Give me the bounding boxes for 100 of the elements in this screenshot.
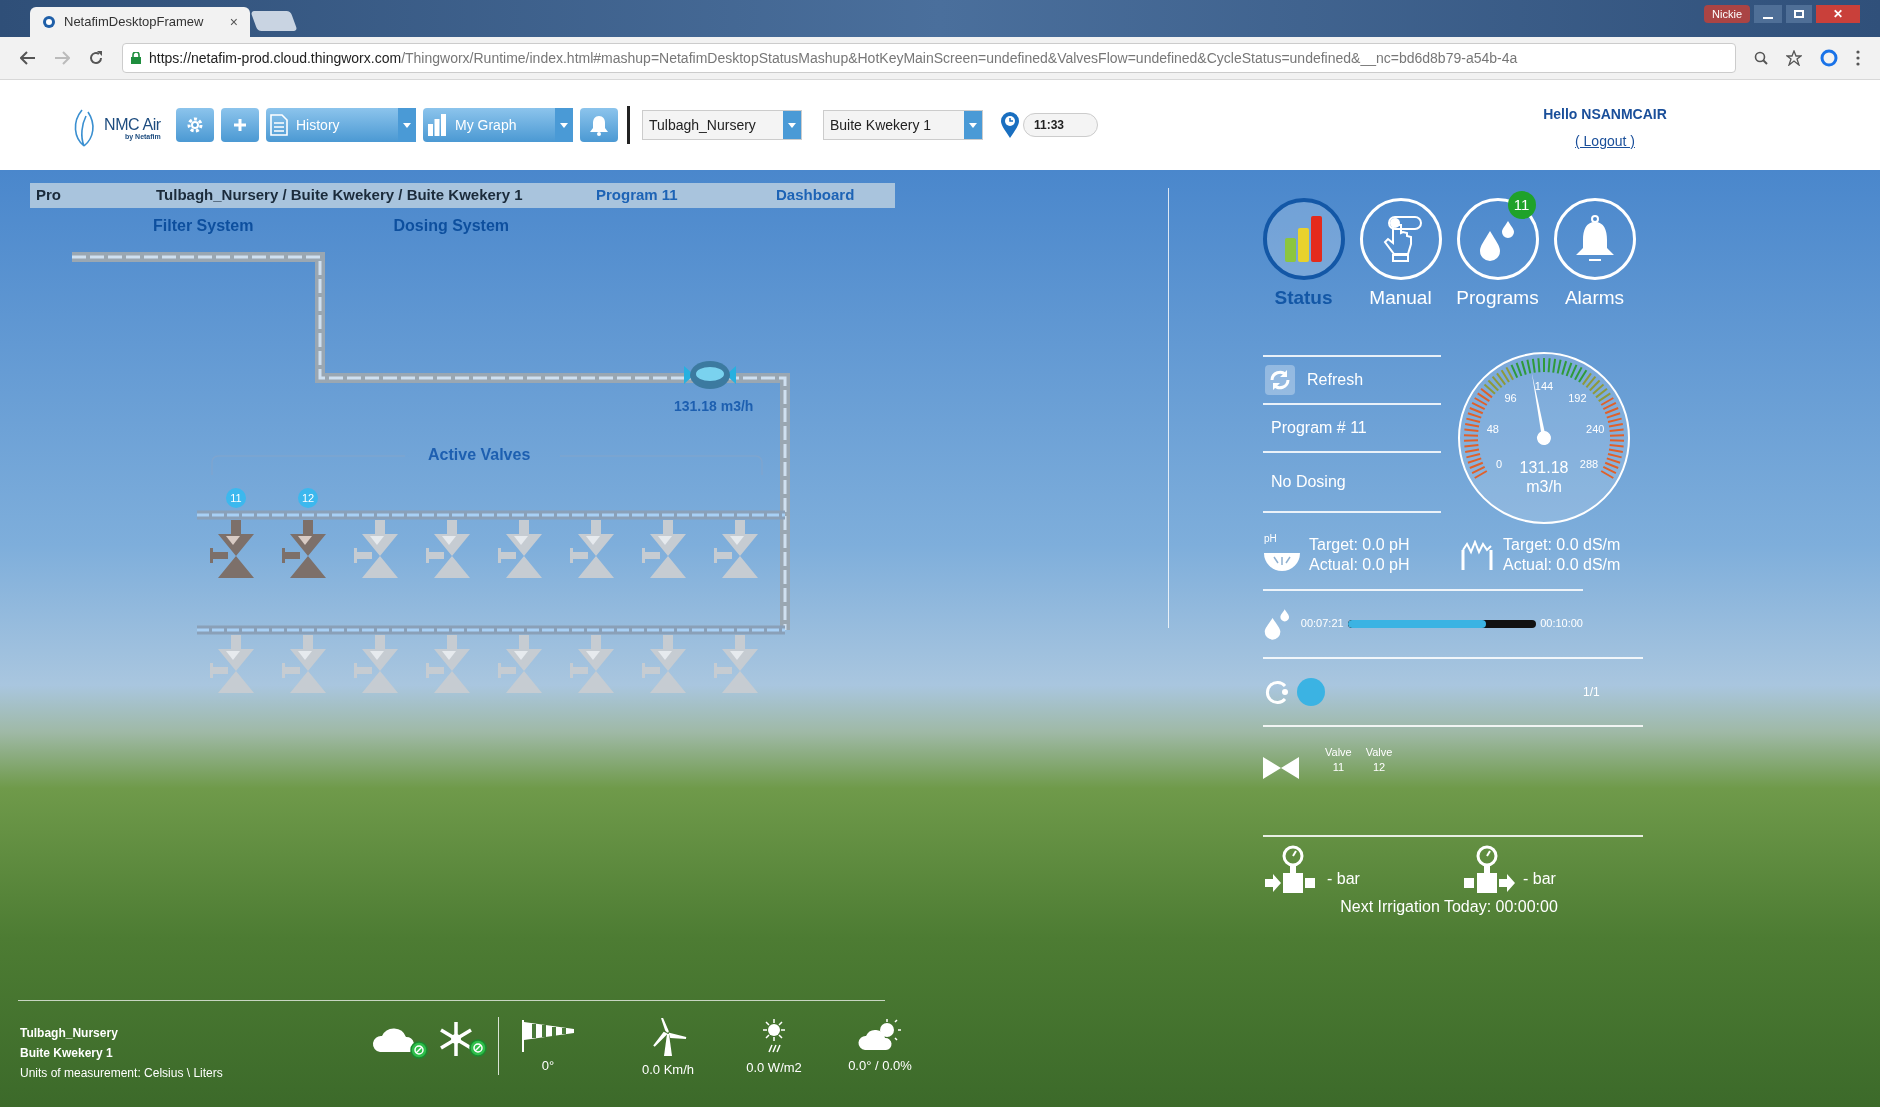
valve-icon[interactable] [282,635,326,693]
flow-meter-icon [684,361,736,389]
gauge-tick-label: 192 [1568,391,1587,404]
settings-icon [185,115,205,135]
valve-number: 11 [1332,759,1345,775]
ph-label: pH [1264,531,1277,546]
menu-icon[interactable] [1856,50,1860,66]
bell-icon [589,114,609,136]
logout-link[interactable]: ( Logout ) [1575,131,1635,152]
refresh-button[interactable]: Refresh [1263,356,1441,403]
sun-icon [760,1018,788,1054]
plus-icon [233,118,247,132]
add-button[interactable] [221,108,259,142]
valve-icon[interactable] [570,635,614,693]
next-irrigation-text: Next Irrigation Today: 00:00:00 [1340,896,1558,917]
gauge-tick-label: 240 [1586,422,1605,435]
flow-reading: 131.18 m3/h [674,398,754,414]
minimize-button[interactable] [1754,5,1782,23]
pressure-reading: - bar [1523,868,1556,889]
gauge-tick-label: 96 [1504,391,1517,404]
valve-icon[interactable] [498,635,542,693]
valve-icon [1263,756,1299,779]
gauge-tick-label: 144 [1534,379,1554,392]
zoom-icon[interactable] [1754,51,1768,65]
back-icon[interactable] [20,51,36,65]
gauge-unit: m3/h [1526,477,1562,495]
dashboard-link[interactable]: Dashboard [776,184,855,207]
valve-label: Valve [1325,744,1352,760]
valve-icon[interactable] [282,520,326,578]
pressure-reading: - bar [1327,868,1360,889]
mode-label: Pro [36,185,62,206]
browser-tab[interactable]: NetafimDesktopFramew × [30,7,250,37]
block-name-text: Buite Kwekery 1 [20,1045,114,1062]
close-window-button[interactable]: ✕ [1816,5,1860,23]
valve-icon[interactable] [426,635,470,693]
url-text: https://netafim-prod.cloud.thingworx.com/Thingworx/Runtime/index.html#mashup=NetafimDesktopStatusMashup&HotKeyMainScreen=undefined&ValvesFlow=undefined&CycleStatus=undefined&__nc=bd6d8b79-a54b-4a [149,48,1518,68]
dosing-status: No Dosing [1270,471,1347,492]
footer-site: Tulbagh_Nursery [20,1025,119,1042]
refresh-icon [1265,364,1295,395]
graph-dropdown[interactable]: My Graph [423,108,573,142]
valve-icon[interactable] [210,520,254,578]
site-dropdown[interactable]: Tulbagh_Nursery [642,110,802,140]
windsock-icon [520,1018,576,1052]
site-icon [42,15,56,29]
bar-chart-icon [1283,216,1324,262]
units-text: Units of measurement: Celsius \ Liters [20,1065,223,1082]
time-field: 11:33 [1023,113,1098,137]
actual-reading: Actual: 0.0 pH [1309,554,1410,575]
address-bar[interactable]: https://netafim-prod.cloud.thingworx.com/Thingworx/Runtime/index.html#mashup=NetafimDesktopStatusMashup&HotKeyMainScreen=undefined&ValvesFlow=undefined&CycleStatus=undefined&__nc=bd6d8b79-a54b-4a [122,43,1736,73]
location-clock-icon [1000,111,1020,139]
star-icon[interactable] [1786,50,1802,66]
greeting-text: Hello NSANMCAIR [1543,105,1667,124]
program-link[interactable]: Program 11 [596,184,776,207]
elapsed-time: 00:07:21 [1300,616,1344,632]
valve-number: 11 [230,492,242,504]
breadcrumb-path: Tulbagh_Nursery / Buite Kwekery / Buite Kwekery 1 [156,185,524,206]
extension-icon[interactable] [1820,49,1838,67]
document-icon [270,114,288,136]
maximize-button[interactable] [1786,5,1812,23]
ph-sensor-icon [1263,551,1301,572]
system-link[interactable]: Filter System [153,214,254,238]
ec-sensor-icon [1459,539,1495,570]
gauge-tick-label: 48 [1486,422,1499,435]
weather-reading: 0.0 Km/h [642,1061,694,1079]
valve-icon[interactable] [642,635,686,693]
new-tab-button[interactable] [250,11,298,31]
valve-icon[interactable] [210,635,254,693]
reload-icon[interactable] [88,50,104,66]
weather-reading: 0° [541,1057,555,1075]
valve-number: 12 [301,492,315,504]
target-reading: Target: 0.0 dS/m [1503,534,1621,555]
settings-button[interactable] [176,108,214,142]
weather-reading: 0.0° / 0.0% [848,1057,912,1075]
valve-icon[interactable] [426,520,470,578]
caret-icon [555,108,573,142]
block-dropdown[interactable]: Buite Kwekery 1 [823,110,983,140]
forward-icon[interactable] [54,51,70,65]
valve-icon[interactable] [642,520,686,578]
history-dropdown[interactable]: History [266,108,416,142]
gauge-tick-label: 0 [1495,457,1503,470]
close-tab-button[interactable]: × [229,11,238,33]
caret-icon [964,111,982,139]
valve-icon[interactable] [498,520,542,578]
system-link[interactable]: Dosing System [393,214,510,238]
valve-icon[interactable] [714,520,758,578]
gauge-tick-label: 288 [1579,457,1599,470]
valve-number: 12 [1372,759,1386,775]
valve-icon[interactable] [354,520,398,578]
target-reading: Target: 0.0 pH [1309,534,1410,555]
caret-icon [783,111,801,139]
alarm-button[interactable] [580,108,618,142]
bar-chart-icon [427,114,447,136]
valve-icon[interactable] [354,635,398,693]
logo-text: NMC Air [104,116,161,133]
valve-icon[interactable] [714,635,758,693]
user-label: Nickie [1704,5,1750,23]
caret-icon [398,108,416,142]
valve-icon[interactable] [570,520,614,578]
active-valves-label: Active Valves [428,446,531,463]
weather-reading: 0.0 W/m2 [746,1059,802,1077]
